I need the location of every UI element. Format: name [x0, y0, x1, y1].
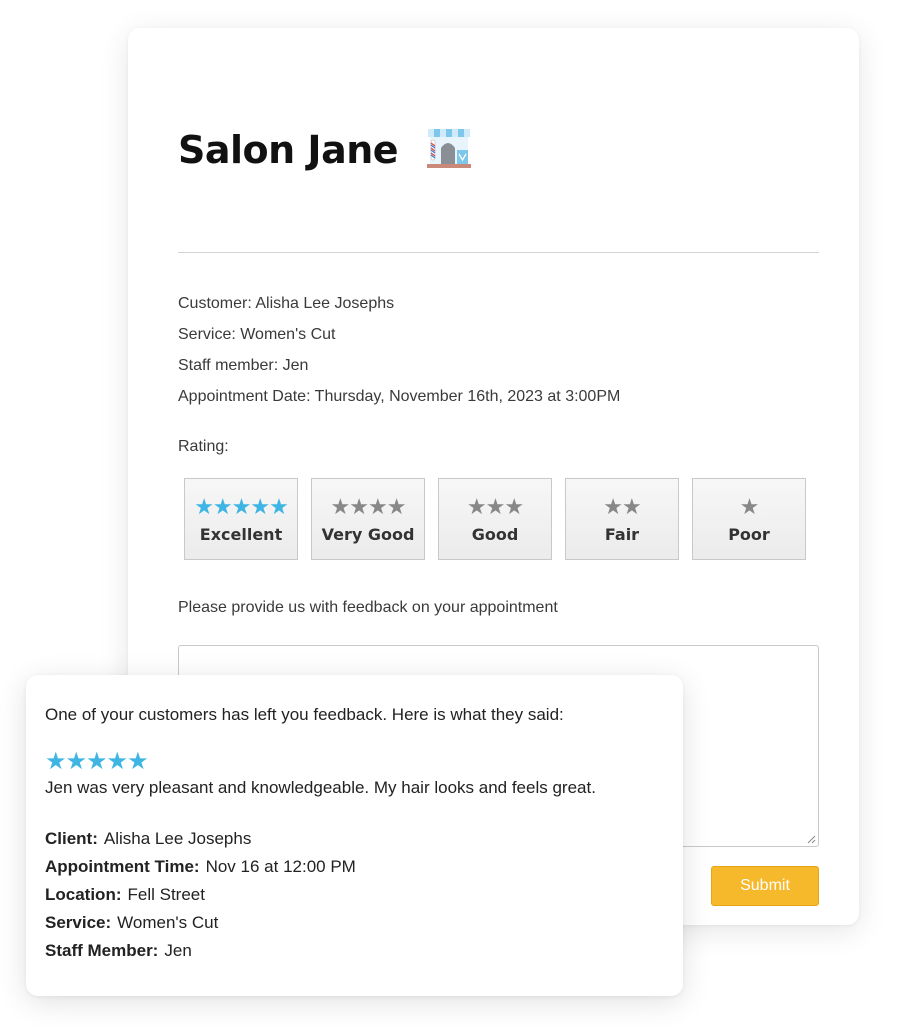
rating-poor-button[interactable]: ★ Poor: [692, 478, 806, 560]
rating-label-good: Good: [471, 524, 519, 544]
notification-intro: One of your customers has left you feedb…: [45, 705, 564, 724]
rating-options: ★★★★★ Excellent ★★★★ Very Good ★★★ Good …: [184, 478, 806, 560]
appointment-date-info: Appointment Date: Thursday, November 16t…: [178, 388, 621, 405]
star-icon: ★★: [603, 493, 641, 519]
customer-comment: Jen was very pleasant and knowledgeable.…: [45, 778, 596, 797]
rating-label-fair: Fair: [604, 524, 640, 544]
detail-client: Client: Alisha Lee Josephs: [45, 829, 251, 849]
detail-label: Service:: [45, 913, 112, 932]
divider: [178, 252, 819, 253]
star-icon: ★★★★: [330, 493, 407, 519]
detail-value: Alisha Lee Josephs: [103, 829, 252, 848]
rating-label-excellent: Excellent: [199, 524, 283, 544]
feedback-notification-card: One of your customers has left you feedb…: [26, 675, 683, 996]
feedback-prompt: Please provide us with feedback on your …: [178, 599, 558, 616]
star-rating-icon: ★★★★★: [45, 748, 149, 775]
detail-value: Women's Cut: [117, 913, 219, 932]
detail-label: Appointment Time:: [45, 857, 200, 876]
staff-info: Staff member: Jen: [178, 357, 309, 374]
detail-service: Service: Women's Cut: [45, 913, 218, 933]
detail-label: Location:: [45, 885, 122, 904]
star-icon: ★★★★★: [194, 493, 289, 519]
detail-value: Jen: [164, 941, 192, 960]
rating-fair-button[interactable]: ★★ Fair: [565, 478, 679, 560]
service-info: Service: Women's Cut: [178, 326, 336, 343]
detail-appointment-time: Appointment Time: Nov 16 at 12:00 PM: [45, 857, 356, 877]
detail-staff-member: Staff Member: Jen: [45, 941, 192, 961]
rating-good-button[interactable]: ★★★ Good: [438, 478, 552, 560]
star-icon: ★: [739, 493, 760, 519]
detail-location: Location: Fell Street: [45, 885, 205, 905]
detail-value: Nov 16 at 12:00 PM: [205, 857, 356, 876]
rating-label-poor: Poor: [728, 524, 770, 544]
resize-grip-icon[interactable]: [807, 835, 816, 844]
rating-label-very-good: Very Good: [321, 524, 415, 544]
detail-label: Staff Member:: [45, 941, 159, 960]
rating-label: Rating:: [178, 438, 229, 455]
star-icon: ★★★: [466, 493, 524, 519]
submit-button[interactable]: Submit: [711, 866, 819, 906]
rating-excellent-button[interactable]: ★★★★★ Excellent: [184, 478, 298, 560]
salon-storefront-icon: [424, 124, 474, 174]
customer-info: Customer: Alisha Lee Josephs: [178, 295, 395, 312]
rating-very-good-button[interactable]: ★★★★ Very Good: [311, 478, 425, 560]
page-title: Salon Jane: [178, 128, 399, 172]
detail-value: Fell Street: [127, 885, 205, 904]
detail-label: Client:: [45, 829, 98, 848]
